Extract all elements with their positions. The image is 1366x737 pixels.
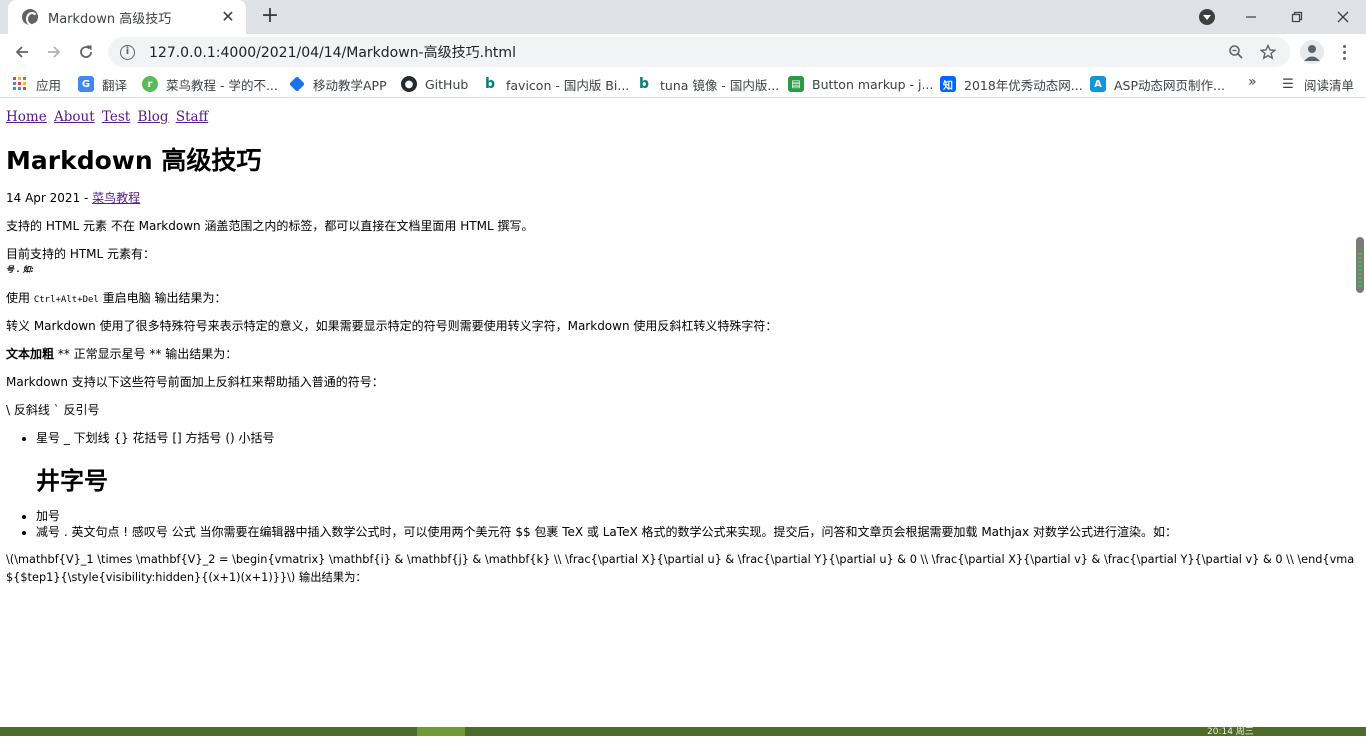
restore-button[interactable] bbox=[1274, 0, 1320, 34]
reload-button[interactable] bbox=[74, 40, 98, 64]
symbol-list: 加号 减号 . 英文句点 ! 感叹号 公式 当你需要在编辑器中插入数学公式时，可… bbox=[18, 508, 1177, 540]
zhihu-icon: 知 bbox=[940, 76, 956, 92]
minimize-button[interactable] bbox=[1228, 0, 1274, 34]
back-button[interactable] bbox=[10, 40, 34, 64]
bookmark-item[interactable]: ▤ Button markup - j... bbox=[788, 74, 933, 94]
nav-link-about[interactable]: About bbox=[54, 109, 95, 125]
bookmark-item[interactable]: b tuna 镜像 - 国内版... bbox=[636, 74, 779, 94]
bing-icon: b bbox=[638, 76, 650, 92]
paragraph: 使用 Ctrl+Alt+Del 重启电脑 输出结果为： bbox=[6, 291, 227, 305]
back-arrow-icon bbox=[15, 46, 28, 58]
page-content: Home About Test Blog Staff Markdown 高级技巧… bbox=[0, 99, 1354, 727]
person-icon bbox=[1304, 45, 1320, 61]
tab-search-icon[interactable] bbox=[1199, 9, 1215, 25]
jquery-icon: ▤ bbox=[788, 76, 804, 92]
forward-button[interactable] bbox=[42, 40, 66, 64]
reading-list-icon: ☰ bbox=[1282, 76, 1294, 92]
bookmark-item[interactable]: ● GitHub bbox=[401, 74, 468, 94]
category-link[interactable]: 菜鸟教程 bbox=[92, 191, 140, 205]
apps-icon bbox=[12, 76, 28, 92]
restore-icon bbox=[1291, 11, 1303, 23]
taskbar-active-app[interactable] bbox=[417, 727, 465, 736]
translate-icon: G bbox=[78, 76, 94, 92]
paragraph: Markdown 支持以下这些符号前面加上反斜杠来帮助插入普通的符号： bbox=[6, 375, 384, 389]
window-controls bbox=[1228, 0, 1366, 34]
close-window-button[interactable] bbox=[1320, 0, 1366, 34]
tab-strip: Markdown 高级技巧 ✕ + bbox=[0, 0, 1366, 34]
bookmark-item[interactable]: A ASP动态网页制作... bbox=[1090, 74, 1225, 94]
nav-link-blog[interactable]: Blog bbox=[138, 109, 169, 125]
scrollbar-thumb[interactable] bbox=[1356, 237, 1364, 293]
bold-text: 文本加粗 bbox=[6, 347, 55, 361]
bookmark-item[interactable]: b favicon - 国内版 Bi... bbox=[482, 74, 629, 94]
reading-list-button[interactable]: ☰ 阅读清单 bbox=[1280, 74, 1354, 94]
paragraph: 支持的 HTML 元素 不在 Markdown 涵盖范围之内的标签，都可以直接在… bbox=[6, 219, 534, 233]
small-text: 号 . 如: bbox=[6, 265, 34, 274]
symbol-list: 星号 _ 下划线 {} 花括号 [] 方括号 () 小括号 bbox=[18, 429, 275, 446]
minimize-icon bbox=[1246, 16, 1256, 18]
nav-link-home[interactable]: Home bbox=[6, 109, 47, 125]
section-heading: 井字号 bbox=[36, 467, 108, 495]
github-icon: ● bbox=[401, 76, 417, 92]
tab-title: Markdown 高级技巧 bbox=[48, 11, 172, 27]
paragraph: 转义 Markdown 使用了很多特殊符号来表示特定的意义，如果需要显示特定的符… bbox=[6, 319, 778, 333]
bookmark-item[interactable]: r 菜鸟教程 - 学的不... bbox=[142, 74, 278, 94]
bookmark-item[interactable]: 应用 bbox=[12, 74, 61, 94]
new-tab-button[interactable]: + bbox=[258, 5, 282, 29]
bing-icon: b bbox=[484, 76, 496, 92]
page-title: Markdown 高级技巧 bbox=[6, 146, 262, 175]
close-icon bbox=[1337, 11, 1349, 23]
bookmark-star-icon[interactable] bbox=[1258, 42, 1278, 62]
mobile-teaching-icon bbox=[289, 76, 305, 92]
list-item: 减号 . 英文句点 ! 感叹号 公式 当你需要在编辑器中插入数学公式时，可以使用… bbox=[36, 524, 1177, 540]
bookmarks-bar: 应用 G 翻译 r 菜鸟教程 - 学的不... 移动教学APP ● GitHub… bbox=[0, 70, 1366, 98]
browser-tab[interactable]: Markdown 高级技巧 ✕ bbox=[8, 0, 246, 34]
list-item: 星号 _ 下划线 {} 花括号 [] 方括号 () 小括号 bbox=[36, 429, 275, 446]
nav-link-test[interactable]: Test bbox=[102, 109, 130, 125]
site-info-icon[interactable]: i bbox=[120, 44, 135, 60]
asp-icon: A bbox=[1090, 76, 1106, 92]
site-nav: Home About Test Blog Staff bbox=[6, 109, 211, 125]
formula-text: \(\mathbf{V}_1 \times \mathbf{V}_2 = \be… bbox=[6, 553, 1354, 566]
formula-text: ${$tep1}{\style{visibility:hidden}{(x+1)… bbox=[6, 571, 367, 584]
paragraph: 文本加粗 ** 正常显示星号 ** 输出结果为： bbox=[6, 347, 238, 361]
paragraph: 目前支持的 HTML 元素有： bbox=[6, 247, 156, 261]
bookmark-item[interactable]: G 翻译 bbox=[78, 74, 127, 94]
url-text[interactable]: 127.0.0.1:4000/2021/04/14/Markdown-高级技巧.… bbox=[149, 42, 1214, 62]
globe-icon bbox=[22, 9, 38, 26]
list-item: 加号 bbox=[36, 508, 1177, 524]
vertical-scrollbar[interactable] bbox=[1354, 99, 1366, 727]
os-taskbar: 20:14 周三 bbox=[0, 727, 1366, 737]
profile-avatar[interactable] bbox=[1300, 40, 1324, 64]
post-date: 14 Apr 2021 - bbox=[6, 191, 93, 205]
browser-toolbar: i 127.0.0.1:4000/2021/04/14/Markdown-高级技… bbox=[0, 34, 1366, 70]
nav-link-staff[interactable]: Staff bbox=[176, 109, 208, 125]
address-bar[interactable]: i 127.0.0.1:4000/2021/04/14/Markdown-高级技… bbox=[108, 37, 1290, 67]
close-tab-icon[interactable]: ✕ bbox=[220, 9, 236, 25]
forward-arrow-icon bbox=[48, 46, 61, 58]
post-meta: 14 Apr 2021 - 菜鸟教程 bbox=[6, 189, 140, 206]
zoom-icon[interactable] bbox=[1226, 42, 1246, 62]
reload-icon bbox=[80, 45, 92, 58]
taskbar-clock: 20:14 周三 bbox=[1207, 727, 1254, 737]
paragraph: \ 反斜线 ` 反引号 bbox=[6, 403, 100, 417]
browser-menu-button[interactable] bbox=[1334, 40, 1354, 64]
bookmark-item[interactable]: 知 2018年优秀动态网... bbox=[940, 74, 1083, 94]
bookmark-item[interactable]: 移动教学APP bbox=[289, 74, 387, 94]
runoob-icon: r bbox=[142, 76, 158, 92]
inline-code: Ctrl+Alt+Del bbox=[33, 295, 99, 305]
more-bookmarks-button[interactable]: » bbox=[1248, 74, 1257, 90]
